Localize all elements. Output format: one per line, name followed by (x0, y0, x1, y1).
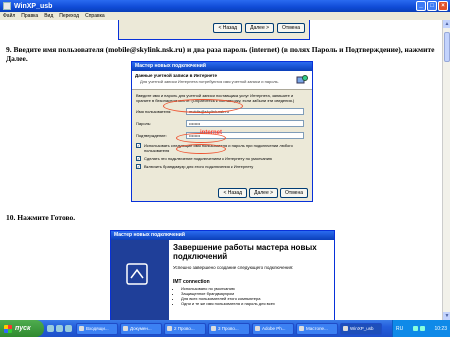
window-titlebar: WinXP_usb _ □ × (0, 0, 450, 12)
task-icon (255, 326, 260, 331)
task-button[interactable]: 2 Прово... (164, 322, 206, 335)
annotation-oval-username (163, 99, 243, 113)
connection-properties: Использовано по умолчанию Защищенное бра… (181, 286, 333, 306)
menu-view[interactable]: Вид (44, 13, 53, 19)
back-button[interactable]: < Назад (213, 23, 243, 33)
dialog-header-title: Данные учетной записи в Интернете (135, 73, 217, 78)
tray-icon[interactable] (419, 326, 425, 331)
dialog-title: Мастер новых подключений (132, 62, 312, 71)
checkbox-1-label: Использовать следующие имя пользователя … (144, 143, 293, 153)
task-button[interactable]: Докумен... (120, 322, 162, 335)
checkbox-row-3[interactable]: ✓ Включить брандмауэр для этого подключе… (136, 164, 308, 169)
minimize-button[interactable]: _ (416, 1, 426, 11)
dialog-header: Данные учетной записи в Интернете Для уч… (132, 71, 312, 90)
task-label: Входящи... (86, 326, 109, 331)
password-row: Пароль: •••••••• (136, 119, 308, 128)
scroll-up-arrow[interactable]: ▲ (443, 20, 450, 28)
scroll-down-arrow[interactable]: ▼ (443, 312, 450, 320)
annotation-oval-password (176, 133, 226, 143)
previous-dialog: < Назад Далее > Отмена (118, 20, 310, 40)
finish-dialog-banner (111, 240, 169, 320)
language-indicator[interactable]: RU (396, 326, 403, 332)
quick-launch-icon[interactable] (65, 325, 72, 332)
quick-launch-icon[interactable] (56, 325, 63, 332)
task-label: Мастопе... (306, 326, 328, 331)
task-icon (123, 326, 128, 331)
document-content: < Назад Далее > Отмена 9. Введите имя по… (0, 20, 442, 320)
finish-heading: Завершение работы мастера новых подключе… (173, 243, 317, 261)
start-label: пуск (15, 325, 31, 332)
quick-launch (47, 325, 72, 332)
task-icon (211, 326, 216, 331)
menu-edit[interactable]: Правка (21, 13, 38, 19)
task-button[interactable]: Мастопе... (296, 322, 338, 335)
quick-launch-icon[interactable] (47, 325, 54, 332)
menu-file[interactable]: Файл (3, 13, 15, 19)
task-button-active[interactable]: WinXP_usb (340, 322, 382, 335)
maximize-button[interactable]: □ (427, 1, 437, 11)
tray-icon[interactable] (412, 326, 418, 331)
windows-logo-icon (4, 324, 12, 333)
task-icon (167, 326, 172, 331)
checkbox-2-label: Сделать это подключение подключением к И… (144, 156, 272, 161)
dialog-header-subtitle: Для учетной записи Интернета потребуются… (140, 79, 279, 84)
task-label: 2 Прово... (174, 326, 195, 331)
network-wizard-icon (296, 75, 308, 84)
vertical-scrollbar[interactable]: ▲ ▼ (442, 20, 450, 320)
checkbox-1[interactable]: ✓ (136, 143, 141, 148)
step-10-text: 10. Нажмите Готово. (6, 213, 76, 222)
start-button[interactable]: пуск (0, 320, 44, 337)
checkbox-3[interactable]: ✓ (136, 164, 141, 169)
checkbox-3-label: Включить брандмауэр для этого подключени… (144, 164, 254, 169)
password-input[interactable]: •••••••• (186, 120, 304, 127)
dialog-next-button[interactable]: Далее > (249, 188, 279, 198)
clock[interactable]: 10:23 (434, 326, 447, 332)
task-icon (79, 326, 84, 331)
close-button[interactable]: × (438, 1, 448, 11)
dialog-cancel-button[interactable]: Отмена (280, 188, 308, 198)
tray-icons (412, 326, 425, 331)
cancel-button[interactable]: Отмена (277, 23, 305, 33)
menu-go[interactable]: Переход (59, 13, 79, 19)
task-icon (299, 326, 304, 331)
menu-help[interactable]: Справка (85, 13, 105, 19)
task-button[interactable]: Входящи... (76, 322, 118, 335)
task-label: 3 Прово... (218, 326, 239, 331)
task-buttons: Входящи... Докумен... 2 Прово... 3 Прово… (76, 322, 382, 335)
annotation-oval-confirm (176, 144, 226, 154)
next-button[interactable]: Далее > (245, 23, 275, 33)
taskbar: пуск Входящи... Докумен... 2 Прово... 3 … (0, 320, 450, 337)
finish-text: Успешно завершено создание следующего по… (173, 265, 294, 270)
task-button[interactable]: Adobe Ph... (252, 322, 294, 335)
app-icon (3, 2, 11, 10)
connection-name: IMT connection (173, 279, 210, 285)
network-connection-icon (126, 263, 148, 285)
task-label: Докумен... (130, 326, 152, 331)
password-label: Пароль: (136, 121, 151, 126)
task-icon (343, 326, 348, 331)
checkbox-row-2[interactable]: ✓ Сделать это подключение подключением к… (136, 156, 308, 161)
task-label: WinXP_usb (350, 326, 374, 331)
property-item: Одни и те же имя пользователя и пароль д… (181, 301, 333, 306)
task-button[interactable]: 3 Прово... (208, 322, 250, 335)
finish-dialog-title: Мастер новых подключений (111, 231, 334, 240)
menu-bar: Файл Правка Вид Переход Справка (0, 12, 450, 20)
window-title: WinXP_usb (14, 2, 53, 10)
scroll-thumb[interactable] (444, 32, 450, 62)
system-tray: RU 10:23 (392, 320, 450, 337)
task-label: Adobe Ph... (262, 326, 286, 331)
checkbox-2[interactable]: ✓ (136, 156, 141, 161)
finish-dialog: Мастер новых подключений Завершение рабо… (110, 230, 335, 320)
dialog-back-button[interactable]: < Назад (218, 188, 248, 198)
